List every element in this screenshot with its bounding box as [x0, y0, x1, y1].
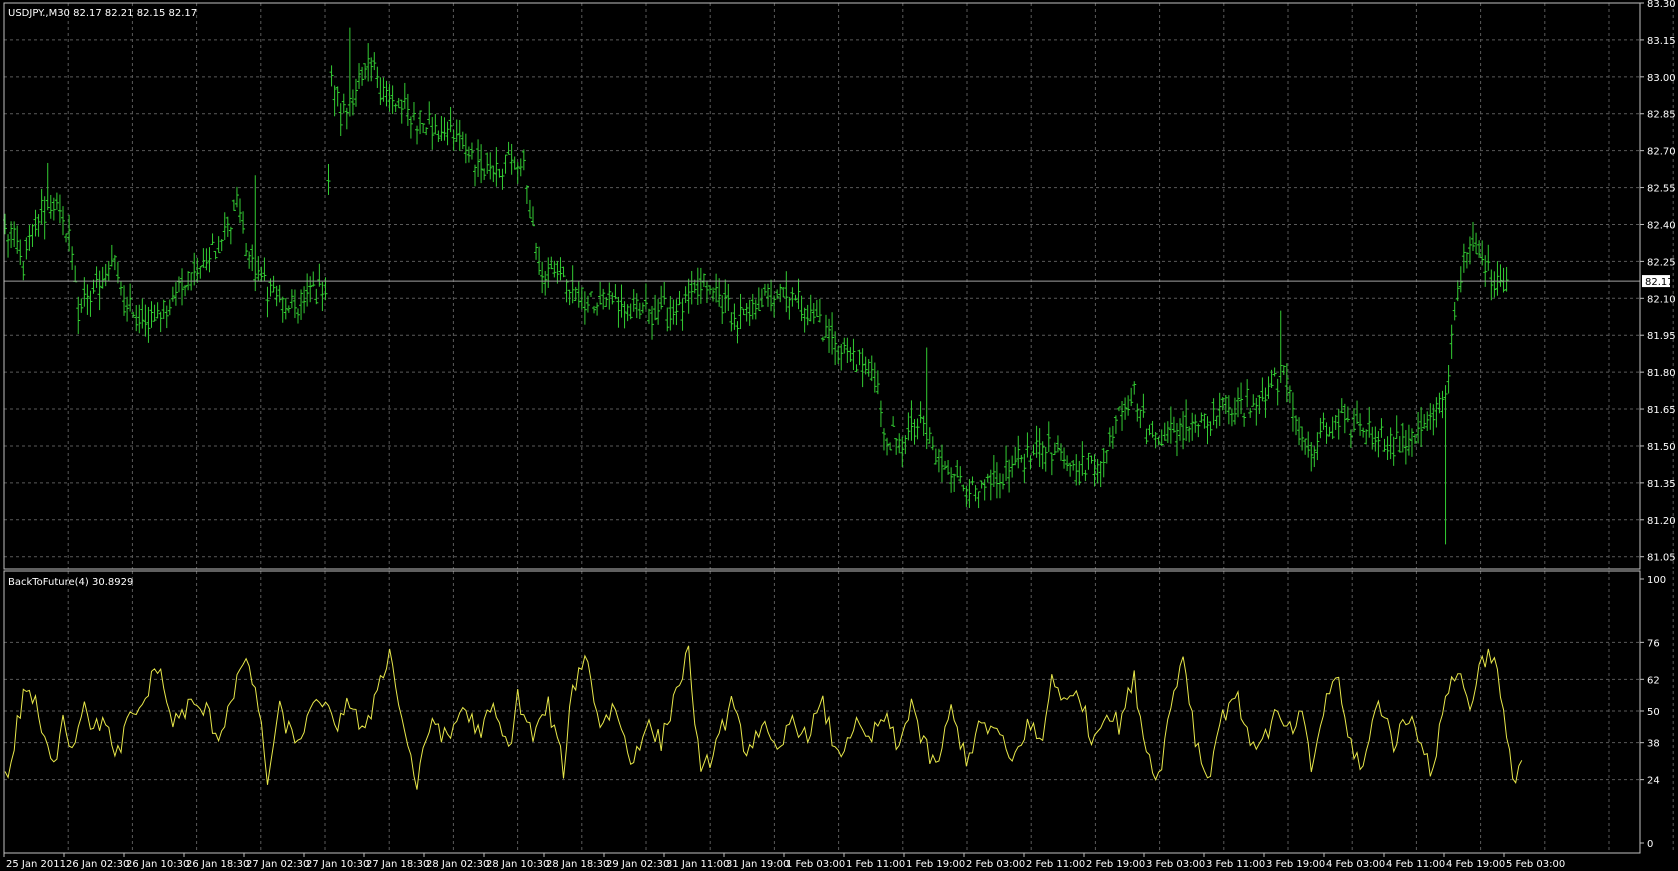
- price-tick-label: 83.00: [1647, 73, 1676, 84]
- time-tick-label: 1 Feb 19:00: [906, 859, 965, 870]
- price-tick-label: 81.65: [1647, 405, 1676, 416]
- time-tick-label: 25 Jan 2011: [6, 859, 66, 870]
- indicator-tick-label: 76: [1647, 638, 1660, 649]
- time-tick-label: 27 Jan 02:30: [246, 859, 309, 870]
- indicator-tick-label: 62: [1647, 675, 1660, 686]
- indicator-tick-label: 0: [1647, 839, 1653, 850]
- time-tick-label: 31 Jan 11:00: [666, 859, 729, 870]
- time-tick-label: 27 Jan 10:30: [306, 859, 369, 870]
- time-tick-label: 2 Feb 19:00: [1086, 859, 1145, 870]
- indicator-tick-label: 100: [1647, 575, 1666, 586]
- time-tick-label: 29 Jan 02:30: [606, 859, 669, 870]
- price-tick-label: 82.85: [1647, 110, 1676, 121]
- current-price-tag: 82.17: [1642, 275, 1674, 288]
- price-tick-label: 82.10: [1647, 294, 1676, 305]
- time-tick-label: 28 Jan 02:30: [426, 859, 489, 870]
- time-tick-label: 2 Feb 11:00: [1026, 859, 1085, 870]
- indicator-tick-label: 50: [1647, 707, 1660, 718]
- price-tick-label: 81.35: [1647, 479, 1676, 490]
- indicator-title: BackToFuture(4) 30.8929: [8, 577, 133, 588]
- time-tick-label: 26 Jan 02:30: [66, 859, 129, 870]
- price-tick-label: 82.70: [1647, 147, 1676, 158]
- price-tick-label: 82.40: [1647, 220, 1676, 231]
- time-tick-label: 4 Feb 19:00: [1446, 859, 1505, 870]
- time-tick-label: 28 Jan 10:30: [486, 859, 549, 870]
- symbol-info: USDJPY.,M30 82.17 82.21 82.15 82.17: [8, 8, 197, 19]
- price-tick-label: 81.80: [1647, 368, 1676, 379]
- time-tick-label: 2 Feb 03:00: [966, 859, 1025, 870]
- time-tick-label: 26 Jan 10:30: [126, 859, 189, 870]
- time-tick-label: 4 Feb 03:00: [1326, 859, 1385, 870]
- indicator-tick-label: 38: [1647, 739, 1660, 750]
- price-tick-label: 82.25: [1647, 257, 1676, 268]
- time-tick-label: 3 Feb 19:00: [1266, 859, 1325, 870]
- time-tick-label: 31 Jan 19:00: [726, 859, 789, 870]
- time-tick-label: 27 Jan 18:30: [366, 859, 429, 870]
- price-tick-label: 83.30: [1647, 0, 1676, 10]
- price-tick-label: 81.50: [1647, 442, 1676, 453]
- time-tick-label: 28 Jan 18:30: [546, 859, 609, 870]
- price-tick-label: 81.05: [1647, 553, 1676, 564]
- price-tick-label: 81.95: [1647, 331, 1676, 342]
- trading-chart[interactable]: USDJPY.,M30 82.17 82.21 82.15 82.17 83.3…: [0, 0, 1678, 871]
- price-tick-label: 83.15: [1647, 36, 1676, 47]
- current-price-label: 82.17: [1645, 277, 1674, 288]
- time-tick-label: 3 Feb 11:00: [1206, 859, 1265, 870]
- price-tick-label: 81.20: [1647, 516, 1676, 527]
- time-tick-label: 26 Jan 18:30: [186, 859, 249, 870]
- price-tick-label: 82.55: [1647, 184, 1676, 195]
- indicator-tick-label: 24: [1647, 776, 1660, 787]
- time-tick-label: 5 Feb 03:00: [1506, 859, 1565, 870]
- time-tick-label: 3 Feb 03:00: [1146, 859, 1205, 870]
- time-tick-label: 4 Feb 11:00: [1386, 859, 1445, 870]
- time-tick-label: 1 Feb 11:00: [846, 859, 905, 870]
- time-tick-label: 1 Feb 03:00: [786, 859, 845, 870]
